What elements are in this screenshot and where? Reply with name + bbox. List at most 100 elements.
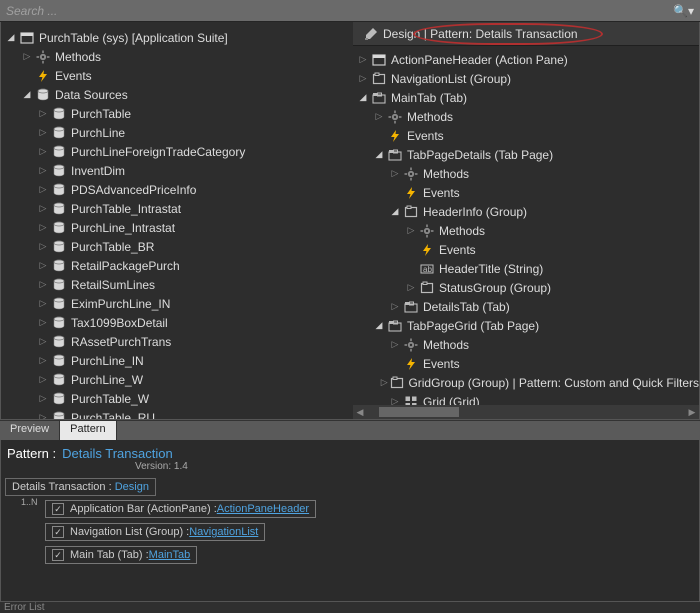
- arrow-right-icon[interactable]: ▷: [37, 298, 49, 309]
- arrow-right-icon[interactable]: ▷: [380, 377, 389, 388]
- node-actionpane[interactable]: ▷ActionPaneHeader (Action Pane): [357, 50, 699, 69]
- scroll-left-icon[interactable]: ◀: [353, 407, 367, 418]
- arrow-right-icon[interactable]: ▷: [37, 222, 49, 233]
- node-tpd-events[interactable]: Events: [357, 183, 699, 202]
- pattern-row-link[interactable]: MainTab: [149, 549, 191, 561]
- node-headerinfo[interactable]: ◢HeaderInfo (Group): [357, 202, 699, 221]
- pattern-row-link[interactable]: ActionPaneHeader: [217, 503, 309, 515]
- ds-tax1099boxdetail[interactable]: ▷Tax1099BoxDetail: [5, 313, 353, 332]
- pattern-row-2[interactable]: ✓Main Tab (Tab) : MainTab: [45, 546, 197, 564]
- ds-purchline_w-label: PurchLine_W: [71, 373, 143, 387]
- arrow-right-icon[interactable]: ▷: [37, 412, 49, 419]
- arrow-right-icon[interactable]: ▷: [389, 301, 401, 312]
- cylinder-icon: [51, 353, 67, 369]
- root-purchtable-label: PurchTable (sys) [Application Suite]: [39, 31, 228, 45]
- node-grid[interactable]: ▷Grid (Grid): [357, 392, 699, 405]
- arrow-right-icon[interactable]: ▷: [37, 336, 49, 347]
- ds-purchtable[interactable]: ▷ PurchTable: [5, 104, 353, 123]
- node-hi-methods[interactable]: ▷Methods: [357, 221, 699, 240]
- pattern-row-link[interactable]: NavigationList: [189, 526, 258, 538]
- arrow-right-icon[interactable]: ▷: [405, 225, 417, 236]
- arrow-right-icon[interactable]: ▷: [37, 393, 49, 404]
- search-bar[interactable]: Search ... 🔍▾: [0, 0, 700, 22]
- arrow-right-icon[interactable]: ▷: [37, 184, 49, 195]
- arrow-right-icon[interactable]: ▷: [405, 282, 417, 293]
- arrow-right-icon[interactable]: ▷: [37, 146, 49, 157]
- node-hi-events-label: Events: [439, 243, 476, 257]
- pattern-row-1[interactable]: ✓Navigation List (Group) : NavigationLis…: [45, 523, 265, 541]
- node-hi-events[interactable]: Events: [357, 240, 699, 259]
- node-tpd-methods[interactable]: ▷Methods: [357, 164, 699, 183]
- arrow-right-icon[interactable]: ▷: [37, 127, 49, 138]
- cylinder-icon: [51, 315, 67, 331]
- pattern-row-0[interactable]: ✓Application Bar (ActionPane) : ActionPa…: [45, 500, 316, 518]
- arrow-right-icon[interactable]: ▷: [37, 317, 49, 328]
- pattern-design-row[interactable]: Details Transaction : Design: [5, 478, 156, 496]
- design-header[interactable]: Design | Pattern: Details Transaction: [353, 22, 699, 46]
- ds-retailpackagepurch[interactable]: ▷RetailPackagePurch: [5, 256, 353, 275]
- tab-preview[interactable]: Preview: [0, 421, 60, 440]
- ds-purchline_w[interactable]: ▷ PurchLine_W: [5, 370, 353, 389]
- ds-purchtable_w[interactable]: ▷PurchTable_W: [5, 389, 353, 408]
- node-mt-events[interactable]: Events: [357, 126, 699, 145]
- arrow-right-icon[interactable]: ▷: [37, 165, 49, 176]
- node-tabpagegrid[interactable]: ◢TabPageGrid (Tab Page): [357, 316, 699, 335]
- arrow-right-icon[interactable]: ▷: [373, 111, 385, 122]
- ds-purchlineforeigntradecategory[interactable]: ▷PurchLineForeignTradeCategory: [5, 142, 353, 161]
- node-gridgroup[interactable]: ▷GridGroup (Group) | Pattern: Custom and…: [357, 373, 699, 392]
- node-detailstab[interactable]: ▷DetailsTab (Tab): [357, 297, 699, 316]
- arrow-down-icon[interactable]: ◢: [21, 89, 33, 100]
- ds-purchtable_intrastat[interactable]: ▷PurchTable_Intrastat: [5, 199, 353, 218]
- arrow-right-icon[interactable]: ▷: [37, 108, 49, 119]
- node-events[interactable]: Events: [5, 66, 353, 85]
- arrow-right-icon[interactable]: ▷: [21, 51, 33, 62]
- arrow-right-icon[interactable]: ▷: [37, 355, 49, 366]
- ds-purchtable_br[interactable]: ▷PurchTable_BR: [5, 237, 353, 256]
- arrow-right-icon[interactable]: ▷: [389, 396, 401, 405]
- arrow-down-icon[interactable]: ◢: [373, 149, 385, 160]
- arrow-right-icon[interactable]: ▷: [37, 374, 49, 385]
- node-tabpagedetails[interactable]: ◢TabPageDetails (Tab Page): [357, 145, 699, 164]
- scroll-right-icon[interactable]: ▶: [685, 407, 699, 418]
- ds-inventdim[interactable]: ▷InventDim: [5, 161, 353, 180]
- scroll-thumb[interactable]: [379, 407, 459, 417]
- node-tpg-events[interactable]: Events: [357, 354, 699, 373]
- arrow-right-icon[interactable]: ▷: [357, 73, 369, 84]
- root-purchtable[interactable]: ◢ PurchTable (sys) [Application Suite]: [5, 28, 353, 47]
- node-statusgroup[interactable]: ▷StatusGroup (Group): [357, 278, 699, 297]
- ds-purchline_in[interactable]: ▷PurchLine_IN: [5, 351, 353, 370]
- node-navlist[interactable]: ▷NavigationList (Group): [357, 69, 699, 88]
- arrow-right-icon[interactable]: ▷: [357, 54, 369, 65]
- pattern-value[interactable]: Details Transaction: [62, 446, 173, 461]
- arrow-right-icon[interactable]: ▷: [389, 339, 401, 350]
- ds-purchtable-label: PurchTable: [71, 107, 131, 121]
- pattern-design-link[interactable]: Design: [115, 481, 149, 493]
- arrow-down-icon[interactable]: ◢: [389, 206, 401, 217]
- node-tpg-methods[interactable]: ▷Methods: [357, 335, 699, 354]
- ds-pdsadvancedpriceinfo[interactable]: ▷PDSAdvancedPriceInfo: [5, 180, 353, 199]
- node-methods[interactable]: ▷Methods: [5, 47, 353, 66]
- node-maintab[interactable]: ◢MainTab (Tab): [357, 88, 699, 107]
- arrow-right-icon[interactable]: ▷: [37, 279, 49, 290]
- pattern-row-label: Navigation List (Group) :: [70, 526, 189, 538]
- arrow-right-icon[interactable]: ▷: [37, 241, 49, 252]
- arrow-down-icon[interactable]: ◢: [373, 320, 385, 331]
- arrow-down-icon[interactable]: ◢: [5, 32, 17, 43]
- ds-retailsumlines[interactable]: ▷RetailSumLines: [5, 275, 353, 294]
- error-list-tab[interactable]: Error List: [0, 602, 700, 613]
- horizontal-scrollbar[interactable]: ◀ ▶: [353, 405, 699, 419]
- node-headertitle[interactable]: HeaderTitle (String): [357, 259, 699, 278]
- ds-purchtable_ru[interactable]: ▷PurchTable_RU: [5, 408, 353, 419]
- ds-purchline[interactable]: ▷PurchLine: [5, 123, 353, 142]
- arrow-right-icon[interactable]: ▷: [37, 260, 49, 271]
- node-datasources[interactable]: ◢Data Sources: [5, 85, 353, 104]
- arrow-right-icon[interactable]: ▷: [37, 203, 49, 214]
- arrow-right-icon[interactable]: ▷: [389, 168, 401, 179]
- ds-purchline_intrastat[interactable]: ▷PurchLine_Intrastat: [5, 218, 353, 237]
- node-mt-methods[interactable]: ▷Methods: [357, 107, 699, 126]
- ds-eximpurchline_in[interactable]: ▷EximPurchLine_IN: [5, 294, 353, 313]
- arrow-down-icon[interactable]: ◢: [357, 92, 369, 103]
- ds-rassetpurchtrans[interactable]: ▷RAssetPurchTrans: [5, 332, 353, 351]
- tab-pattern[interactable]: Pattern: [60, 421, 116, 440]
- search-icon[interactable]: 🔍▾: [673, 4, 694, 18]
